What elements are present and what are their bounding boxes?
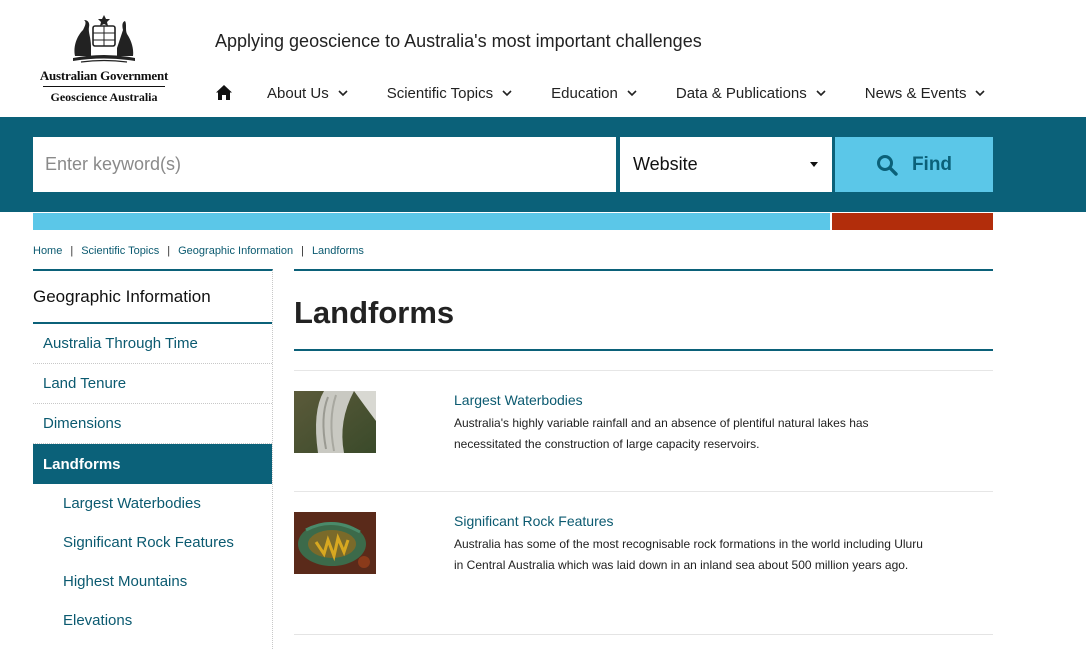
sidebar-item-australia-through-time[interactable]: Australia Through Time [33, 324, 272, 364]
nav-label: About Us [267, 84, 329, 102]
find-label: Find [911, 153, 953, 175]
nav-scientific-topics[interactable]: Scientific Topics [387, 85, 513, 102]
divider [294, 269, 993, 271]
breadcrumb: Home | Scientific Topics | Geographic In… [33, 245, 364, 257]
nav-about-us[interactable]: About Us [267, 85, 349, 102]
search-input[interactable] [33, 137, 616, 192]
site-header: Australian Government Geoscience Austral… [0, 0, 1086, 117]
sidebar-item-land-tenure[interactable]: Land Tenure [33, 364, 272, 404]
logo-agency-text: Geoscience Australia [50, 90, 158, 104]
sidebar-item-dimensions[interactable]: Dimensions [33, 404, 272, 444]
breadcrumb-home[interactable]: Home [33, 245, 62, 257]
breadcrumb-geographic-information[interactable]: Geographic Information [178, 245, 293, 257]
list-item: Largest Waterbodies Australia's highly v… [294, 370, 993, 491]
chevron-down-icon [502, 90, 512, 97]
nav-news-events[interactable]: News & Events [865, 85, 987, 102]
divider [294, 349, 993, 351]
sidebar-subitem-elevations[interactable]: Elevations [33, 601, 272, 640]
accent-strip-blue [33, 213, 830, 230]
chevron-down-icon [975, 90, 986, 97]
chevron-down-icon [338, 90, 348, 97]
entry-description: Australia's highly variable rainfall and… [454, 416, 869, 451]
find-button[interactable]: Find [835, 137, 993, 192]
chevron-down-icon [816, 90, 826, 97]
breadcrumb-separator: | [301, 245, 304, 257]
breadcrumb-separator: | [70, 245, 74, 257]
site-logo[interactable]: Australian Government Geoscience Austral… [34, 12, 174, 107]
nav-education[interactable]: Education [551, 85, 638, 102]
search-icon [876, 154, 898, 176]
sidebar-subitem-highest-mountains[interactable]: Highest Mountains [33, 562, 272, 601]
main-nav: About Us Scientific Topics Education Dat… [215, 80, 1024, 106]
page-title: Landforms [294, 295, 455, 330]
breadcrumb-scientific-topics[interactable]: Scientific Topics [81, 245, 159, 257]
sidebar-title: Geographic Information [33, 271, 272, 324]
search-scope-select[interactable]: Website [620, 137, 832, 192]
breadcrumb-separator: | [167, 245, 171, 257]
chevron-down-icon [627, 90, 637, 97]
search-scope-value: Website [633, 154, 698, 174]
dropdown-arrow-icon [810, 162, 818, 167]
nav-label: Scientific Topics [386, 84, 494, 102]
dam-photo-icon[interactable] [294, 391, 376, 453]
nav-label: News & Events [864, 84, 967, 102]
main-content: Landforms Largest Waterbodies Australia'… [294, 269, 993, 635]
entry-title-link[interactable]: Largest Waterbodies [454, 392, 583, 408]
list-item: Significant Rock Features Australia has … [294, 491, 993, 612]
sidebar-item-landforms[interactable]: Landforms [33, 444, 272, 484]
nav-data-publications[interactable]: Data & Publications [676, 85, 827, 102]
breadcrumb-landforms[interactable]: Landforms [312, 245, 364, 257]
home-icon[interactable] [215, 84, 233, 102]
logo-divider [43, 86, 165, 87]
search-band: Website Find [0, 117, 1086, 212]
entry-description: Australia has some of the most recognisa… [454, 537, 923, 572]
entry-title-link[interactable]: Significant Rock Features [454, 513, 614, 529]
rock-formation-photo-icon[interactable] [294, 512, 376, 574]
site-tagline: Applying geoscience to Australia's most … [215, 31, 702, 51]
section-sidebar: Geographic Information Australia Through… [33, 269, 273, 649]
logo-government-text: Australian Government [39, 68, 169, 83]
sidebar-subitem-significant-rock-features[interactable]: Significant Rock Features [33, 523, 272, 562]
sidebar-subitem-largest-waterbodies[interactable]: Largest Waterbodies [33, 484, 272, 523]
nav-label: Data & Publications [675, 84, 807, 102]
nav-label: Education [551, 84, 618, 102]
accent-strip-red [832, 213, 993, 230]
divider [294, 634, 993, 635]
coat-of-arms-icon [73, 15, 135, 63]
